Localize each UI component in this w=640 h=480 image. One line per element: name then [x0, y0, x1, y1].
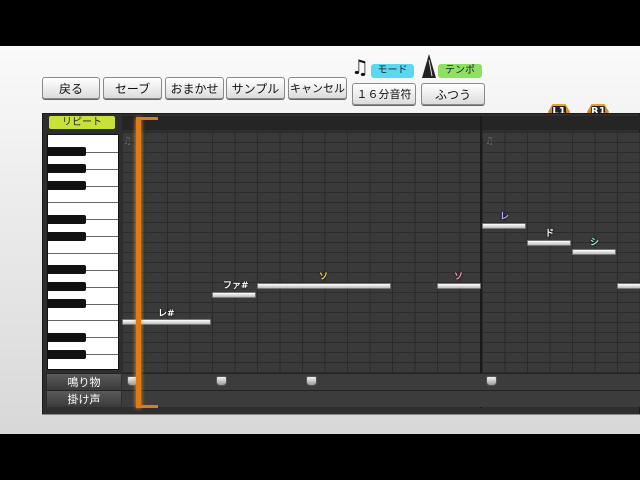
- note-label: レ: [500, 212, 510, 222]
- drum-icon[interactable]: [216, 376, 227, 386]
- note-bar[interactable]: [482, 223, 526, 229]
- playhead-top-handle[interactable]: [136, 117, 158, 120]
- measure-mark: ♫: [485, 136, 494, 147]
- omakase-button[interactable]: おまかせ: [165, 77, 224, 99]
- note-bar[interactable]: [617, 283, 640, 289]
- drum-icon[interactable]: [306, 376, 317, 386]
- note-grid[interactable]: [122, 132, 640, 372]
- piano-black-key: [48, 349, 86, 359]
- mode-badge: モード: [371, 64, 414, 78]
- note-label: ソ: [319, 272, 329, 282]
- percussion-track[interactable]: [122, 373, 640, 390]
- note-label: ソ: [454, 272, 464, 282]
- music-note-icon: ♫: [351, 55, 369, 79]
- sequencer-panel: リピート ♫ ♫ レ# ファ# ソ ソ レ ド シ 鳴り物 掛け声: [42, 113, 640, 415]
- piano-black-key: [48, 282, 86, 292]
- tempo-selector[interactable]: ふつう: [421, 83, 485, 105]
- note-label: ファ#: [223, 281, 249, 291]
- note-label: ド: [545, 229, 555, 239]
- cancel-button[interactable]: キャンセル: [288, 77, 347, 99]
- piano-black-key: [48, 231, 86, 241]
- piano-white-key-divider: [48, 202, 118, 204]
- percussion-row-label: 鳴り物: [47, 373, 121, 390]
- note-label: シ: [590, 238, 600, 248]
- note-bar[interactable]: [527, 240, 571, 246]
- piano-keyboard: [47, 134, 119, 370]
- note-bar[interactable]: [212, 292, 256, 298]
- repeat-button[interactable]: リピート: [49, 116, 115, 129]
- mode-selector[interactable]: １６分音符: [352, 83, 416, 105]
- back-button[interactable]: 戻る: [42, 77, 100, 99]
- note-bar[interactable]: [572, 249, 616, 255]
- measure-mark: ♫: [123, 136, 132, 147]
- piano-black-key: [48, 147, 86, 157]
- playhead-bottom-handle[interactable]: [136, 405, 158, 408]
- playhead[interactable]: [136, 118, 141, 408]
- note-label: レ#: [158, 309, 175, 319]
- piano-black-key: [48, 181, 86, 191]
- game-screen: 戻る セーブ おまかせ サンプル キャンセル ♫ モード １６分音符 テンポ ふ…: [0, 46, 640, 434]
- piano-black-key: [48, 299, 86, 309]
- piano-black-key: [48, 265, 86, 275]
- timeline-header: [122, 116, 640, 130]
- piano-black-key: [48, 164, 86, 174]
- piano-black-key: [48, 214, 86, 224]
- piano-black-key: [48, 332, 86, 342]
- panel-bottom-border: [42, 414, 640, 415]
- note-bar[interactable]: [437, 283, 481, 289]
- tempo-badge: テンポ: [438, 64, 482, 78]
- drum-icon[interactable]: [486, 376, 497, 386]
- save-button[interactable]: セーブ: [103, 77, 162, 99]
- piano-white-key-divider: [48, 253, 118, 254]
- call-track[interactable]: [122, 390, 640, 407]
- piano-white-key-divider: [48, 320, 118, 322]
- measure-divider: [480, 116, 482, 408]
- call-row-label: 掛け声: [47, 390, 121, 407]
- metronome-icon: [422, 54, 436, 78]
- sample-button[interactable]: サンプル: [226, 77, 285, 99]
- note-bar[interactable]: [257, 283, 391, 289]
